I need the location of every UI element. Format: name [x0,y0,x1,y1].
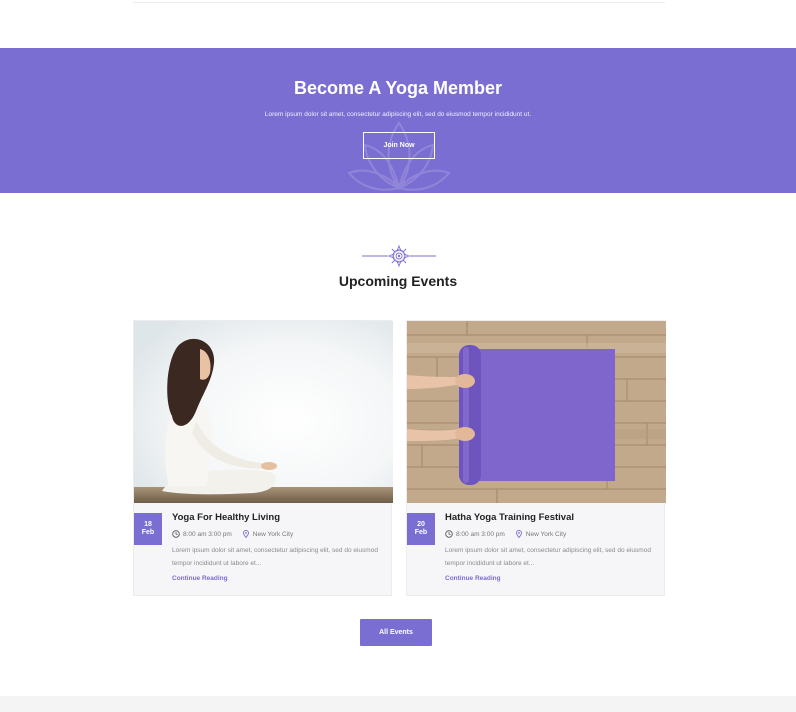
event-meta: 8:00 am 3:00 pm New York City [445,530,566,538]
section-title: Upcoming Events [338,273,458,289]
event-location: New York City [252,530,294,538]
event-month: Feb [141,529,155,536]
mandala-icon [362,245,436,267]
event-excerpt: Lorem ipsum dolor sit amet, consectetur … [172,547,378,567]
event-card: 20 Feb Hatha Yoga Training Festival 8:00… [406,320,666,596]
event-month: Feb [414,529,428,536]
event-time: 8:00 am 3:00 pm [183,530,232,538]
woman-meditating-photo [134,321,393,503]
continue-reading-link[interactable]: Continue Reading [445,575,501,582]
event-title[interactable]: Hatha Yoga Training Festival [445,512,574,523]
event-meta: 8:00 am 3:00 pm New York City [172,530,293,538]
yoga-mat-photo [407,321,666,503]
membership-banner: Become A Yoga Member Lorem ipsum dolor s… [0,48,796,193]
clock-icon [172,530,180,538]
clock-icon [445,530,453,538]
join-now-button[interactable]: Join Now [363,132,435,159]
event-date-badge: 20 Feb [407,513,435,545]
event-excerpt: Lorem ipsum dolor sit amet, consectetur … [445,547,651,567]
previous-section-edge [133,0,665,3]
event-location: New York City [525,530,567,538]
banner-title: Become A Yoga Member [293,78,503,98]
banner-subtitle: Lorem ipsum dolor sit amet, consectetur … [264,111,532,118]
footer-edge [0,696,796,712]
location-pin-icon [515,530,522,538]
event-day: 20 [417,520,425,528]
continue-reading-link[interactable]: Continue Reading [172,575,228,582]
event-date-badge: 18 Feb [134,513,162,545]
event-card: 18 Feb Yoga For Healthy Living 8:00 am 3… [133,320,393,596]
event-title[interactable]: Yoga For Healthy Living [172,512,280,523]
event-day: 18 [144,520,152,528]
location-pin-icon [242,530,249,538]
all-events-button[interactable]: All Events [360,619,432,646]
event-time: 8:00 am 3:00 pm [456,530,505,538]
